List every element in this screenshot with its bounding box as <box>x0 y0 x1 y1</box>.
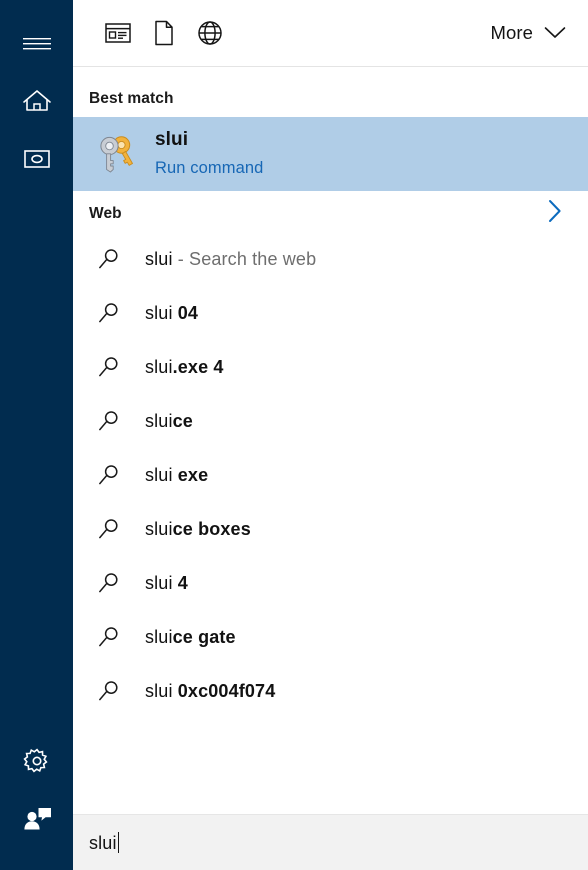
filter-documents-button[interactable] <box>141 11 187 55</box>
more-filters-button[interactable]: More <box>482 18 572 48</box>
search-icon <box>89 622 129 652</box>
chevron-down-icon <box>544 22 566 44</box>
web-suggestion-label: slui 04 <box>145 303 198 324</box>
search-icon <box>89 568 129 598</box>
chevron-right-icon <box>548 199 562 228</box>
filter-toolbar: More <box>73 0 588 67</box>
web-suggestion-label: slui exe <box>145 465 208 486</box>
suggestion-completion: ce gate <box>173 627 236 647</box>
keys-icon <box>88 131 144 177</box>
web-section-heading: Web <box>73 195 588 232</box>
gear-icon <box>23 747 51 775</box>
search-icon <box>89 352 129 382</box>
results-list: Best match <box>73 67 588 814</box>
text-caret <box>118 832 120 853</box>
best-match-heading: Best match <box>73 80 588 117</box>
left-nav-rail <box>0 0 73 870</box>
windows-search-flyout: More Best match <box>0 0 588 870</box>
sidebar-item-feedback[interactable] <box>0 790 73 848</box>
web-section-expand-button[interactable] <box>540 199 570 229</box>
best-match-result[interactable]: slui Run command <box>73 117 588 191</box>
document-icon <box>153 20 175 46</box>
sidebar-item-screen-capture[interactable] <box>0 130 73 188</box>
sidebar-item-home[interactable] <box>0 72 73 130</box>
web-suggestion-row[interactable]: slui.exe 4 <box>73 340 588 394</box>
suggestion-completion: .exe 4 <box>173 357 224 377</box>
best-match-subtitle: Run command <box>155 156 263 180</box>
search-icon <box>89 514 129 544</box>
web-suggestion-row[interactable]: sluice <box>73 394 588 448</box>
hamburger-menu-button[interactable] <box>0 14 73 72</box>
web-suggestion-row[interactable]: slui 04 <box>73 286 588 340</box>
web-suggestion-label: sluice gate <box>145 627 236 648</box>
search-icon <box>89 406 129 436</box>
suggestion-completion: 0xc004f074 <box>173 681 276 701</box>
suggestion-query-prefix: slui <box>145 573 173 593</box>
globe-icon <box>197 20 223 46</box>
suggestion-completion: 4 <box>173 573 188 593</box>
home-icon <box>22 88 52 114</box>
suggestion-completion: ce <box>173 411 193 431</box>
web-suggestion-row[interactable]: sluice boxes <box>73 502 588 556</box>
suggestion-query-prefix: slui <box>145 627 173 647</box>
suggestion-query-prefix: slui <box>145 303 173 323</box>
search-results-panel: More Best match <box>73 0 588 870</box>
suggestion-query-prefix: slui <box>145 249 173 269</box>
screen-capture-icon <box>22 147 52 171</box>
suggestion-query-prefix: slui <box>145 411 173 431</box>
more-label: More <box>490 22 533 44</box>
hamburger-menu-icon <box>23 35 51 51</box>
search-input[interactable]: slui <box>89 832 119 854</box>
web-suggestion-row[interactable]: slui exe <box>73 448 588 502</box>
suggestion-completion: exe <box>173 465 209 485</box>
web-suggestion-row[interactable]: slui 0xc004f074 <box>73 664 588 718</box>
web-suggestion-label: slui 4 <box>145 573 188 594</box>
best-match-heading-label: Best match <box>89 90 174 108</box>
sidebar-item-settings[interactable] <box>0 732 73 790</box>
search-icon <box>89 676 129 706</box>
suggestion-hint: - Search the web <box>173 249 317 269</box>
web-suggestion-label: sluice <box>145 411 193 432</box>
web-suggestion-row[interactable]: slui 4 <box>73 556 588 610</box>
suggestion-completion: ce boxes <box>173 519 251 539</box>
web-suggestion-label: slui - Search the web <box>145 249 316 270</box>
feedback-icon <box>22 806 52 832</box>
search-icon <box>89 460 129 490</box>
best-match-title: slui <box>155 128 263 152</box>
suggestion-query-prefix: slui <box>145 519 173 539</box>
web-suggestion-label: sluice boxes <box>145 519 251 540</box>
filter-apps-button[interactable] <box>95 11 141 55</box>
suggestion-query-prefix: slui <box>145 357 173 377</box>
search-input-bar[interactable]: slui <box>73 814 588 870</box>
suggestion-query-prefix: slui <box>145 681 173 701</box>
search-icon <box>89 298 129 328</box>
suggestion-completion: 04 <box>173 303 198 323</box>
search-icon <box>89 244 129 274</box>
filter-web-button[interactable] <box>187 11 233 55</box>
apps-window-icon <box>105 22 131 44</box>
web-suggestion-row[interactable]: slui - Search the web <box>73 232 588 286</box>
search-input-value: slui <box>89 833 117 853</box>
web-section-heading-label: Web <box>89 205 122 223</box>
web-suggestion-row[interactable]: sluice gate <box>73 610 588 664</box>
web-suggestions-list: slui - Search the webslui 04slui.exe 4sl… <box>73 232 588 718</box>
web-suggestion-label: slui 0xc004f074 <box>145 681 275 702</box>
web-suggestion-label: slui.exe 4 <box>145 357 224 378</box>
suggestion-query-prefix: slui <box>145 465 173 485</box>
